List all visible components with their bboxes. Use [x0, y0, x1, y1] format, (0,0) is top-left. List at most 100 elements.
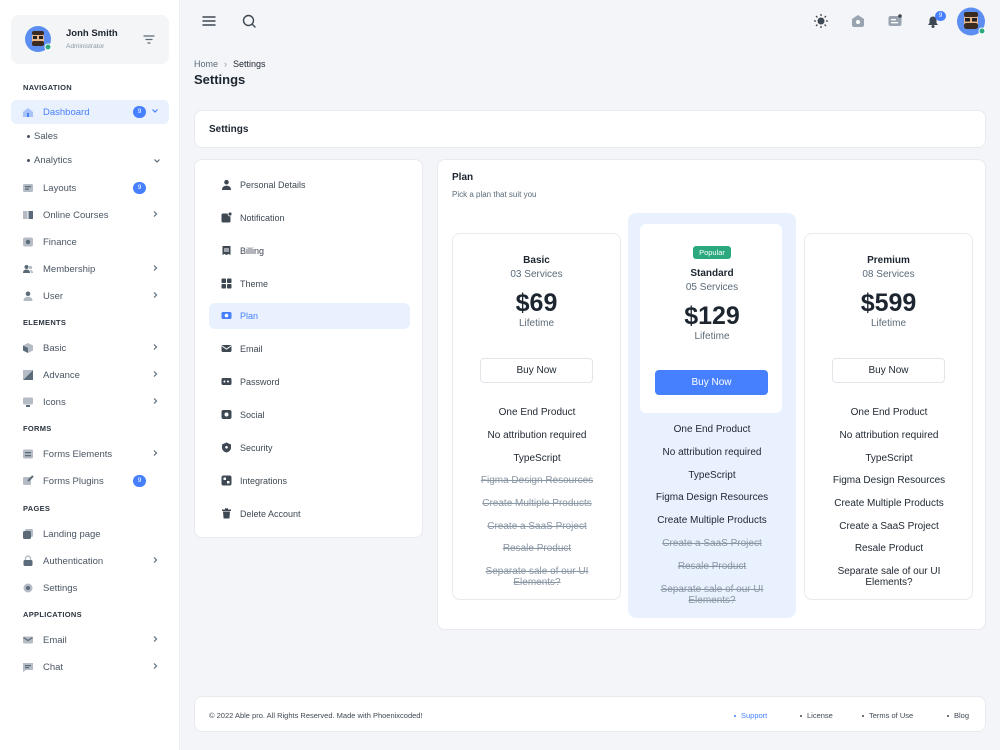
plugin-icon — [23, 475, 34, 485]
plan-period: Lifetime — [694, 331, 730, 342]
advance-icon — [23, 370, 33, 380]
plan-name: Standard — [690, 268, 734, 279]
sidebar-item-email[interactable]: Email — [11, 628, 169, 652]
tab-label: Personal Details — [240, 180, 306, 190]
tab-billing[interactable]: Billing — [209, 238, 410, 264]
bullet-icon — [27, 158, 30, 162]
sidebar-item-label: Layouts — [43, 183, 77, 194]
sidebar-item-user[interactable]: User — [11, 284, 169, 308]
chevron-right-icon — [153, 211, 158, 217]
tab-password[interactable]: Password — [209, 369, 410, 395]
plan-feature: One End Product — [673, 424, 751, 435]
message-icon[interactable] — [887, 13, 903, 29]
plan-title: Plan — [452, 172, 474, 183]
footer-link-blog[interactable]: Blog — [947, 711, 969, 720]
footer-link-terms[interactable]: Terms of Use — [862, 711, 913, 720]
tab-security[interactable]: Security — [209, 435, 410, 461]
shield-icon — [222, 442, 231, 453]
sidebar-item-label: Landing page — [43, 529, 101, 540]
sidebar-item-label: Authentication — [43, 556, 104, 567]
filter-icon[interactable] — [143, 34, 155, 45]
bullet-icon — [734, 715, 736, 718]
sidebar-item-dashboard[interactable]: Dashboard 9 — [11, 100, 169, 124]
sidebar-item-label: Online Courses — [43, 210, 109, 221]
plan-period: Lifetime — [870, 318, 906, 329]
sidebar-item-landing-page[interactable]: Landing page — [11, 522, 169, 546]
sidebar-item-icons[interactable]: Icons — [11, 390, 169, 414]
tab-email[interactable]: Email — [209, 336, 410, 362]
tab-label: Password — [240, 377, 280, 387]
menu-icon[interactable] — [201, 13, 217, 29]
sidebar-item-chat[interactable]: Chat — [11, 655, 169, 679]
footer-link-label: Blog — [954, 711, 970, 720]
forms-plugins-badge: 9 — [133, 475, 146, 487]
tab-plan[interactable]: Plan — [209, 303, 410, 329]
buy-now-button[interactable]: Buy Now — [832, 358, 945, 383]
chevron-right-icon — [153, 344, 158, 350]
plan-price: $599 — [860, 289, 917, 317]
plan-feature-disabled: Resale Product — [502, 543, 572, 554]
book-icon — [23, 211, 33, 219]
footer-copyright: © 2022 Able pro. All Rights Reserved. Ma… — [209, 711, 423, 720]
bullet-icon — [862, 715, 864, 718]
footer-link-license[interactable]: License — [800, 711, 833, 720]
sidebar-item-basic[interactable]: Basic — [11, 336, 169, 360]
chevron-right-icon: › — [224, 59, 228, 69]
footer-link-label: Support — [741, 711, 768, 720]
breadcrumb-current: Settings — [233, 59, 266, 69]
user-icon — [222, 179, 231, 190]
popular-badge: Popular — [693, 246, 731, 259]
sidebar-item-authentication[interactable]: Authentication — [11, 549, 169, 573]
sidebar-subitem-sales[interactable]: Sales — [27, 131, 58, 142]
chevron-right-icon — [153, 265, 158, 271]
buy-now-button[interactable]: Buy Now — [480, 358, 593, 383]
plan-feature: Resale Product — [854, 543, 924, 554]
sidebar-item-online-courses[interactable]: Online Courses — [11, 203, 169, 227]
sidebar-item-finance[interactable]: Finance — [11, 230, 169, 254]
tab-theme[interactable]: Theme — [209, 271, 410, 297]
sidebar-item-settings[interactable]: Settings — [11, 576, 169, 600]
search-icon[interactable] — [241, 13, 257, 29]
tab-notification[interactable]: Notification — [209, 205, 410, 231]
avatar[interactable] — [955, 7, 987, 36]
plan-icon — [221, 312, 232, 319]
plan-feature-disabled: Separate sale of our UI Elements? — [485, 566, 589, 588]
sidebar-item-forms-plugins[interactable]: Forms Plugins 9 — [11, 469, 169, 493]
buy-now-button[interactable]: Buy Now — [655, 370, 768, 395]
tab-integrations[interactable]: Integrations — [209, 468, 410, 494]
user-card[interactable]: Jonh Smith Administrator — [11, 15, 169, 64]
chevron-down-icon — [154, 159, 160, 163]
plan-feature: TypeScript — [688, 470, 736, 481]
plan-price: $129 — [684, 302, 740, 330]
breadcrumb-home[interactable]: Home — [194, 59, 218, 69]
section-elements: ELEMENTS — [23, 318, 67, 327]
sidebar-item-advance[interactable]: Advance — [11, 363, 169, 387]
sidebar-item-membership[interactable]: Membership — [11, 257, 169, 281]
footer-link-support[interactable]: Support — [734, 711, 767, 720]
tab-label: Integrations — [240, 476, 288, 486]
tab-label: Social — [240, 410, 265, 420]
chevron-right-icon — [153, 292, 158, 298]
tab-personal-details[interactable]: Personal Details — [209, 172, 410, 198]
tab-delete-account[interactable]: Delete Account — [209, 501, 410, 527]
sidebar-item-label: User — [43, 291, 64, 302]
page-icon — [23, 529, 33, 539]
avatar — [25, 26, 52, 52]
section-navigation: NAVIGATION — [23, 83, 72, 92]
chevron-right-icon — [153, 450, 158, 456]
user-role: Administrator — [66, 43, 105, 50]
bullet-icon — [947, 715, 949, 718]
settings-icon[interactable] — [850, 13, 866, 29]
sidebar-item-layouts[interactable]: Layouts 9 — [11, 176, 169, 200]
plan-feature: One End Product — [498, 407, 576, 418]
tab-label: Security — [240, 443, 273, 453]
plan-feature: TypeScript — [865, 453, 913, 464]
user-icon — [23, 291, 33, 301]
tab-social[interactable]: Social — [209, 402, 410, 428]
sun-icon[interactable] — [813, 13, 829, 29]
sidebar-subitem-analytics[interactable]: Analytics — [27, 155, 161, 166]
sidebar-item-forms-elements[interactable]: Forms Elements — [11, 442, 169, 466]
bullet-icon — [800, 715, 802, 718]
home-icon — [23, 108, 33, 117]
section-pages: PAGES — [23, 504, 51, 513]
